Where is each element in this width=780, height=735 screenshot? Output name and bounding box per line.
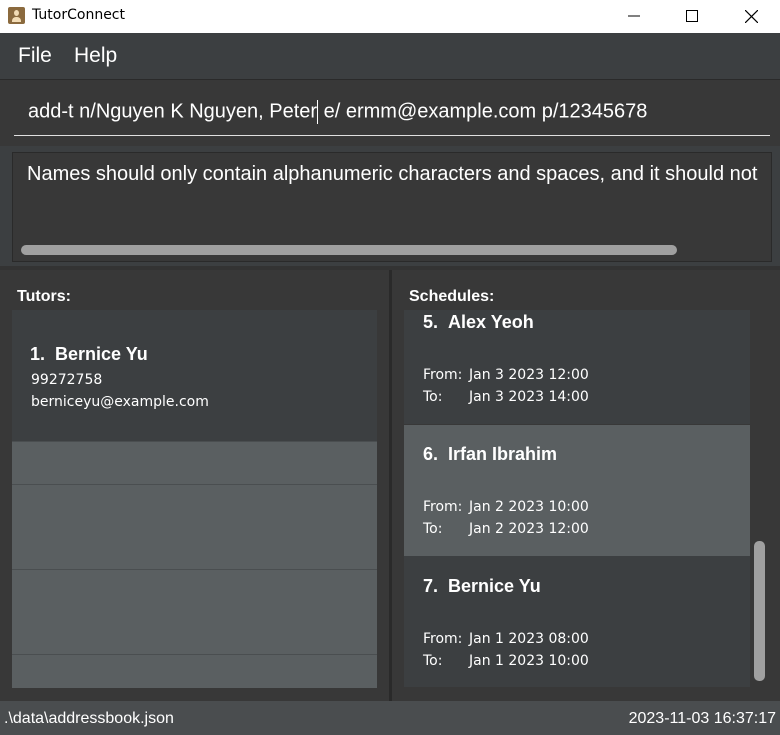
data-file-path: .\data\addressbook.json	[4, 710, 174, 727]
result-message: Names should only contain alphanumeric c…	[27, 163, 758, 185]
schedule-from-label: From:	[423, 631, 463, 647]
empty-list-row	[12, 654, 377, 688]
schedule-to-value: Jan 2 2023 12:00	[469, 521, 589, 537]
minimize-icon	[628, 15, 640, 17]
tutor-name: 1. Bernice Yu	[30, 344, 148, 364]
tutor-phone: 99272758	[31, 372, 103, 388]
tutor-list[interactable]: 1. Bernice Yu 99272758 berniceyu@example…	[12, 310, 377, 688]
menu-bar: File Help	[0, 33, 780, 79]
schedule-from-value: Jan 2 2023 10:00	[469, 499, 589, 515]
menu-file[interactable]: File	[18, 44, 52, 68]
minimize-button[interactable]	[605, 0, 663, 33]
schedule-card[interactable]: 5. Alex Yeoh From: Jan 3 2023 12:00 To: …	[404, 310, 750, 424]
schedule-to-label: To:	[423, 653, 443, 669]
schedule-tutor-name: 5. Alex Yeoh	[423, 312, 534, 332]
status-timestamp: 2023-11-03 16:37:17	[628, 710, 776, 727]
schedule-from-value: Jan 3 2023 12:00	[469, 367, 589, 383]
menu-help[interactable]: Help	[74, 44, 117, 68]
tutors-label: Tutors:	[17, 288, 71, 305]
schedule-from-value: Jan 1 2023 08:00	[469, 631, 589, 647]
schedule-from-label: From:	[423, 499, 463, 515]
maximize-button[interactable]	[663, 0, 721, 33]
schedule-card[interactable]: 7. Bernice Yu From: Jan 1 2023 08:00 To:…	[404, 556, 750, 687]
horizontal-scrollbar[interactable]	[21, 245, 677, 255]
vertical-scrollbar[interactable]	[754, 541, 765, 681]
close-button[interactable]	[722, 0, 780, 33]
command-input[interactable]: add-t n/Nguyen K Nguyen, Peter e/ ermm@e…	[14, 93, 770, 136]
command-text-before-caret: add-t n/Nguyen K Nguyen, Peter	[28, 100, 318, 123]
schedule-tutor-name: 7. Bernice Yu	[423, 576, 541, 596]
empty-list-row	[12, 484, 377, 569]
tutor-email: berniceyu@example.com	[31, 394, 209, 410]
close-icon	[745, 10, 758, 23]
window-title: TutorConnect	[32, 7, 125, 23]
schedule-to-value: Jan 3 2023 14:00	[469, 389, 589, 405]
schedule-tutor-name: 6. Irfan Ibrahim	[423, 444, 558, 464]
tutor-card[interactable]: 1. Bernice Yu 99272758 berniceyu@example…	[12, 310, 377, 441]
command-text: add-t n/Nguyen K Nguyen, Peter e/ ermm@e…	[28, 100, 647, 124]
status-bar: .\data\addressbook.json 2023-11-03 16:37…	[0, 701, 780, 735]
empty-list-row	[12, 441, 377, 484]
schedule-to-label: To:	[423, 389, 443, 405]
empty-list-row	[12, 569, 377, 654]
command-text-after-caret: e/ ermm@example.com p/12345678	[318, 100, 648, 123]
title-bar: TutorConnect	[0, 0, 780, 33]
schedule-to-value: Jan 1 2023 10:00	[469, 653, 589, 669]
result-display[interactable]: Names should only contain alphanumeric c…	[12, 152, 772, 262]
command-box: add-t n/Nguyen K Nguyen, Peter e/ ermm@e…	[0, 79, 780, 146]
schedules-label: Schedules:	[409, 288, 495, 305]
schedule-to-label: To:	[423, 521, 443, 537]
schedule-from-label: From:	[423, 367, 463, 383]
tutor-app-icon	[8, 7, 25, 24]
maximize-icon	[686, 10, 698, 22]
schedule-card[interactable]: 6. Irfan Ibrahim From: Jan 2 2023 10:00 …	[404, 425, 750, 556]
schedule-list[interactable]: 5. Alex Yeoh From: Jan 3 2023 12:00 To: …	[404, 310, 750, 688]
